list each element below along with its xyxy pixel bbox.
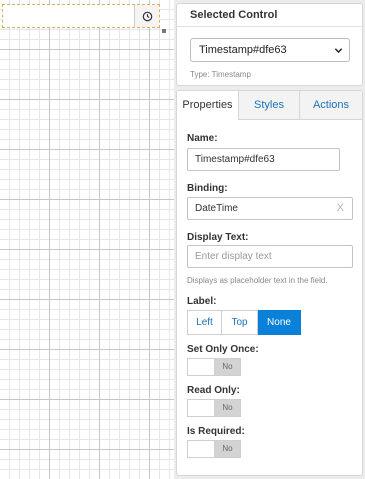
display-text-placeholder: Enter display text <box>195 251 272 262</box>
label-position-selector: Left Top None <box>187 310 301 335</box>
display-text-help: Displays as placeholder text in the fiel… <box>187 276 328 285</box>
control-type-note: Type: Timestamp <box>190 70 251 79</box>
tab-styles[interactable]: Styles <box>239 91 300 119</box>
settings-card: Properties Styles Actions Name: Timestam… <box>176 90 363 476</box>
label-position-label: Label: <box>187 296 217 307</box>
design-canvas[interactable] <box>0 0 174 479</box>
label-option-top[interactable]: Top <box>222 310 258 335</box>
chevron-down-icon <box>334 48 343 54</box>
set-only-once-value: No <box>215 359 240 375</box>
set-only-once-toggle[interactable]: No <box>187 358 241 376</box>
binding-clear-button[interactable]: X <box>337 198 344 219</box>
read-only-toggle[interactable]: No <box>187 399 241 417</box>
read-only-label: Read Only: <box>187 385 240 396</box>
clock-icon <box>142 11 152 21</box>
toggle-knob <box>188 441 215 457</box>
name-input[interactable]: Timestamp#dfe63 <box>187 148 340 171</box>
binding-label: Binding: <box>187 183 228 194</box>
toggle-knob <box>188 359 215 375</box>
selected-control-heading: Selected Control <box>177 4 362 27</box>
name-input-value: Timestamp#dfe63 <box>195 154 275 165</box>
label-option-left[interactable]: Left <box>187 310 222 335</box>
is-required-value: No <box>215 441 240 457</box>
binding-input[interactable]: DateTime X <box>187 197 353 220</box>
tab-bar: Properties Styles Actions <box>177 91 362 120</box>
timestamp-control[interactable] <box>2 4 160 28</box>
control-select-value: Timestamp#dfe63 <box>199 44 287 56</box>
is-required-toggle[interactable]: No <box>187 440 241 458</box>
toggle-knob <box>188 400 215 416</box>
properties-panel: Selected Control Timestamp#dfe63 Type: T… <box>176 0 365 479</box>
selected-control-card: Selected Control Timestamp#dfe63 Type: T… <box>176 3 363 86</box>
resize-handle[interactable] <box>162 29 166 33</box>
timestamp-button[interactable] <box>134 5 159 27</box>
binding-input-value: DateTime <box>195 203 238 214</box>
display-text-label: Display Text: <box>187 232 249 243</box>
name-label: Name: <box>187 133 218 144</box>
display-text-input[interactable]: Enter display text <box>187 245 353 268</box>
read-only-value: No <box>215 400 240 416</box>
tab-actions[interactable]: Actions <box>300 91 362 119</box>
set-only-once-label: Set Only Once: <box>187 344 259 355</box>
control-select[interactable]: Timestamp#dfe63 <box>190 38 350 62</box>
is-required-label: Is Required: <box>187 426 245 437</box>
tab-properties[interactable]: Properties <box>177 91 239 120</box>
label-option-none[interactable]: None <box>258 310 301 335</box>
